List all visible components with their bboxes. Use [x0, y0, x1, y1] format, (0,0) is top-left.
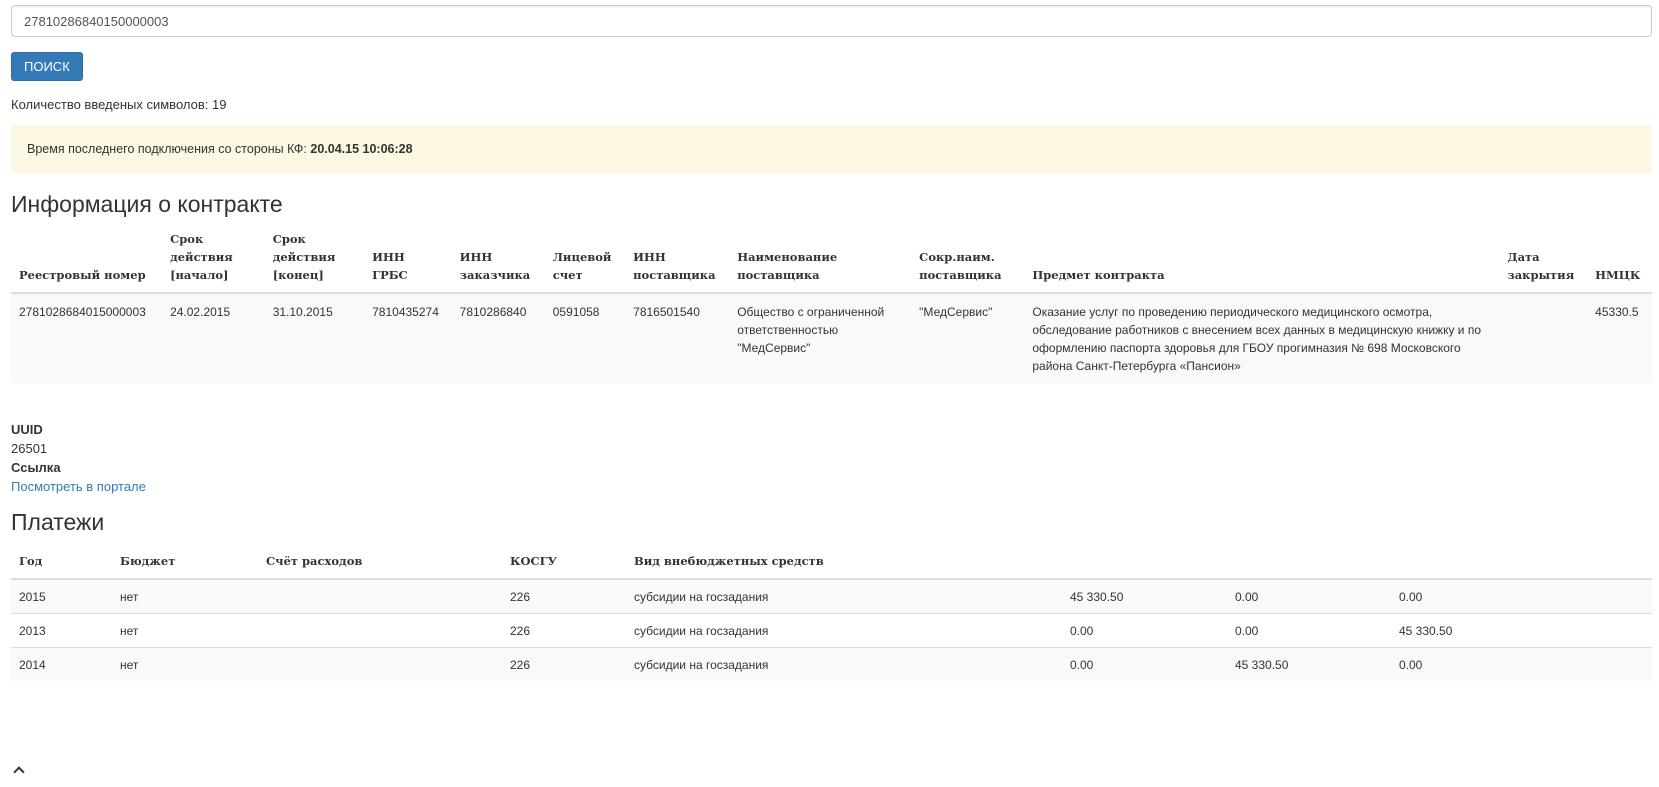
cell-budget: нет	[112, 579, 258, 614]
connection-alert: Время последнего подключения со стороны …	[11, 125, 1652, 173]
col-inn-grbs: ИНН ГРБС	[364, 230, 452, 294]
cell-amount-3: 0.00	[1391, 579, 1652, 614]
payments-header-row: Год Бюджет Счёт расходов КОСГУ Вид внебю…	[11, 544, 1652, 580]
cell-supplier-name: Общество с ограниченной ответственностью…	[729, 293, 912, 383]
contract-title: Информация о контракте	[11, 191, 283, 217]
cell-nmck: 45330.5	[1587, 293, 1652, 383]
cell-amount-1: 0.00	[1062, 647, 1227, 681]
cell-start-date: 24.02.2015	[162, 293, 265, 383]
search-button[interactable]: ПОИСК	[11, 52, 83, 81]
cell-budget: нет	[112, 613, 258, 648]
cell-amount-2: 45 330.50	[1227, 647, 1391, 681]
cell-year: 2015	[11, 579, 112, 614]
uuid-value: 26501	[11, 441, 48, 456]
cell-kosgu: 226	[502, 579, 626, 614]
contract-table: Реестровый номер Срок действия [начало] …	[11, 230, 1652, 383]
cell-funds-type: субсидии на госзадания	[626, 579, 1062, 614]
cell-subject: Оказание услуг по проведению периодическ…	[1024, 293, 1500, 383]
col-inn-supplier: ИНН поставщика	[625, 230, 730, 294]
portal-link[interactable]: Посмотреть в портале	[11, 479, 146, 494]
contract-meta: UUID 26501 Ссылка Посмотреть в портале	[11, 420, 1652, 496]
col-subject: Предмет контракта	[1024, 230, 1500, 294]
col-amount-3	[1391, 544, 1652, 580]
col-registry-number: Реестровый номер	[11, 230, 163, 294]
payments-table: Год Бюджет Счёт расходов КОСГУ Вид внебю…	[11, 544, 1652, 681]
col-budget: Бюджет	[112, 544, 258, 580]
cell-kosgu: 226	[502, 647, 626, 681]
cell-expense-account	[258, 613, 502, 648]
cell-expense-account	[258, 579, 502, 614]
col-kosgu: КОСГУ	[502, 544, 626, 580]
contract-header-row: Реестровый номер Срок действия [начало] …	[11, 230, 1652, 294]
table-row: 2013 нет 226 субсидии на госзадания 0.00…	[11, 613, 1652, 648]
cell-inn-supplier: 7816501540	[625, 293, 730, 383]
alert-label: Время последнего подключения со стороны …	[27, 142, 311, 156]
cell-end-date: 31.10.2015	[264, 293, 365, 383]
char-count-text: Количество введеных символов: 19	[11, 97, 227, 112]
col-expense-account: Счёт расходов	[258, 544, 502, 580]
col-amount-2	[1227, 544, 1391, 580]
cell-funds-type: субсидии на госзадания	[626, 647, 1062, 681]
chevron-up-icon[interactable]	[13, 766, 25, 778]
table-row: 2781028684015000003 24.02.2015 31.10.201…	[11, 293, 1652, 383]
cell-registry-number: 2781028684015000003	[11, 293, 163, 383]
col-inn-customer: ИНН заказчика	[451, 230, 545, 294]
cell-inn-grbs: 7810435274	[364, 293, 452, 383]
col-nmck: НМЦК	[1587, 230, 1652, 294]
col-end-date: Срок действия [конец]	[264, 230, 365, 294]
page-content: ПОИСК Количество введеных символов: 19 В…	[11, 5, 1652, 681]
link-label: Ссылка	[11, 460, 61, 475]
col-start-date: Срок действия [начало]	[162, 230, 265, 294]
cell-amount-1: 0.00	[1062, 613, 1227, 648]
cell-supplier-short: "МедСервис"	[911, 293, 1025, 383]
cell-amount-3: 0.00	[1391, 647, 1652, 681]
cell-funds-type: субсидии на госзадания	[626, 613, 1062, 648]
cell-budget: нет	[112, 647, 258, 681]
col-year: Год	[11, 544, 112, 580]
cell-year: 2013	[11, 613, 112, 648]
col-account: Лицевой счет	[544, 230, 626, 294]
col-close-date: Дата закрытия	[1499, 230, 1588, 294]
uuid-label: UUID	[11, 422, 43, 437]
cell-expense-account	[258, 647, 502, 681]
cell-amount-3: 45 330.50	[1391, 613, 1652, 648]
alert-timestamp: 20.04.15 10:06:28	[310, 142, 413, 156]
cell-year: 2014	[11, 647, 112, 681]
col-supplier-short: Сокр.наим. поставщика	[911, 230, 1025, 294]
table-row: 2014 нет 226 субсидии на госзадания 0.00…	[11, 647, 1652, 681]
table-row: 2015 нет 226 субсидии на госзадания 45 3…	[11, 579, 1652, 614]
cell-kosgu: 226	[502, 613, 626, 648]
cell-amount-2: 0.00	[1227, 579, 1391, 614]
cell-amount-2: 0.00	[1227, 613, 1391, 648]
cell-amount-1: 45 330.50	[1062, 579, 1227, 614]
col-funds-type: Вид внебюджетных средств	[626, 544, 1062, 580]
col-supplier-name: Наименование поставщика	[729, 230, 912, 294]
cell-inn-customer: 7810286840	[451, 293, 545, 383]
cell-close-date	[1499, 293, 1588, 383]
cell-account: 0591058	[544, 293, 626, 383]
payments-title: Платежи	[11, 509, 105, 535]
search-input[interactable]	[11, 5, 1652, 37]
col-amount-1	[1062, 544, 1227, 580]
